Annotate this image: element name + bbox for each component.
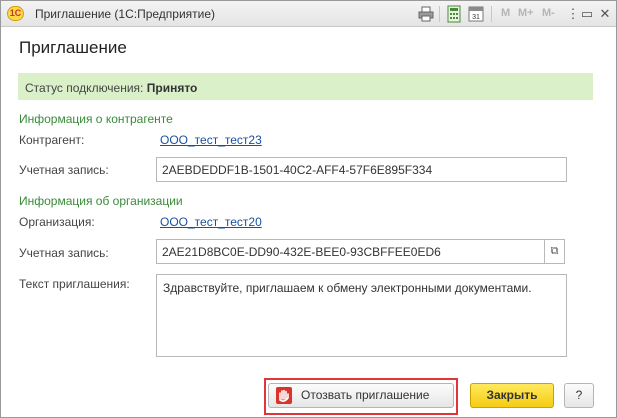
- status-bar: Статус подключения: Принято: [18, 73, 593, 100]
- memory-plus-button[interactable]: M+: [518, 7, 534, 19]
- help-button[interactable]: ?: [564, 383, 594, 408]
- invitation-text-label: Текст приглашения:: [19, 277, 130, 291]
- minimize-icon[interactable]: ▭: [577, 4, 597, 24]
- organization-section-heading: Информация об организации: [19, 194, 183, 208]
- counterparty-section-heading: Информация о контрагенте: [19, 112, 173, 126]
- counterparty-account-field[interactable]: 2AEBDEDDF1B-1501-40C2-AFF4-57F6E895F334: [156, 157, 567, 182]
- counterparty-account-label: Учетная запись:: [19, 163, 109, 177]
- close-button[interactable]: Закрыть: [470, 383, 554, 408]
- counterparty-link[interactable]: ООО_тест_тест23: [160, 133, 262, 147]
- print-icon[interactable]: [417, 5, 435, 23]
- calculator-icon[interactable]: [445, 5, 463, 23]
- organization-account-label: Учетная запись:: [19, 246, 109, 260]
- counterparty-label: Контрагент:: [19, 133, 85, 147]
- page-title: Приглашение: [19, 38, 127, 57]
- title-bar: 1С Приглашение (1С:Предприятие) 31 M M+ …: [1, 1, 616, 27]
- organization-link[interactable]: ООО_тест_тест20: [160, 215, 262, 229]
- status-label: Статус подключения:: [25, 81, 144, 95]
- window-title: Приглашение (1С:Предприятие): [35, 7, 216, 21]
- memory-minus-button[interactable]: M-: [542, 7, 555, 19]
- status-value: Принято: [146, 81, 198, 95]
- svg-text:31: 31: [472, 14, 480, 21]
- invitation-text-field[interactable]: Здравствуйте, приглашаем к обмену электр…: [156, 274, 567, 357]
- organization-account-field[interactable]: 2AE21D8BC0E-DD90-432E-BEE0-93CBFFEE0ED6: [156, 239, 545, 264]
- revoke-button-label: Отозвать приглашение: [301, 388, 430, 402]
- revoke-invitation-button[interactable]: Отозвать приглашение: [268, 383, 454, 408]
- open-icon[interactable]: ⧉: [545, 239, 565, 264]
- invitation-window: 1С Приглашение (1С:Предприятие) 31 M M+ …: [0, 0, 617, 418]
- memory-button[interactable]: M: [501, 7, 510, 19]
- calendar-icon[interactable]: 31: [467, 5, 485, 23]
- close-icon[interactable]: ✕: [595, 4, 615, 24]
- stop-hand-icon: [276, 387, 292, 404]
- app-logo-icon: 1С: [7, 6, 24, 21]
- organization-label: Организация:: [19, 215, 95, 229]
